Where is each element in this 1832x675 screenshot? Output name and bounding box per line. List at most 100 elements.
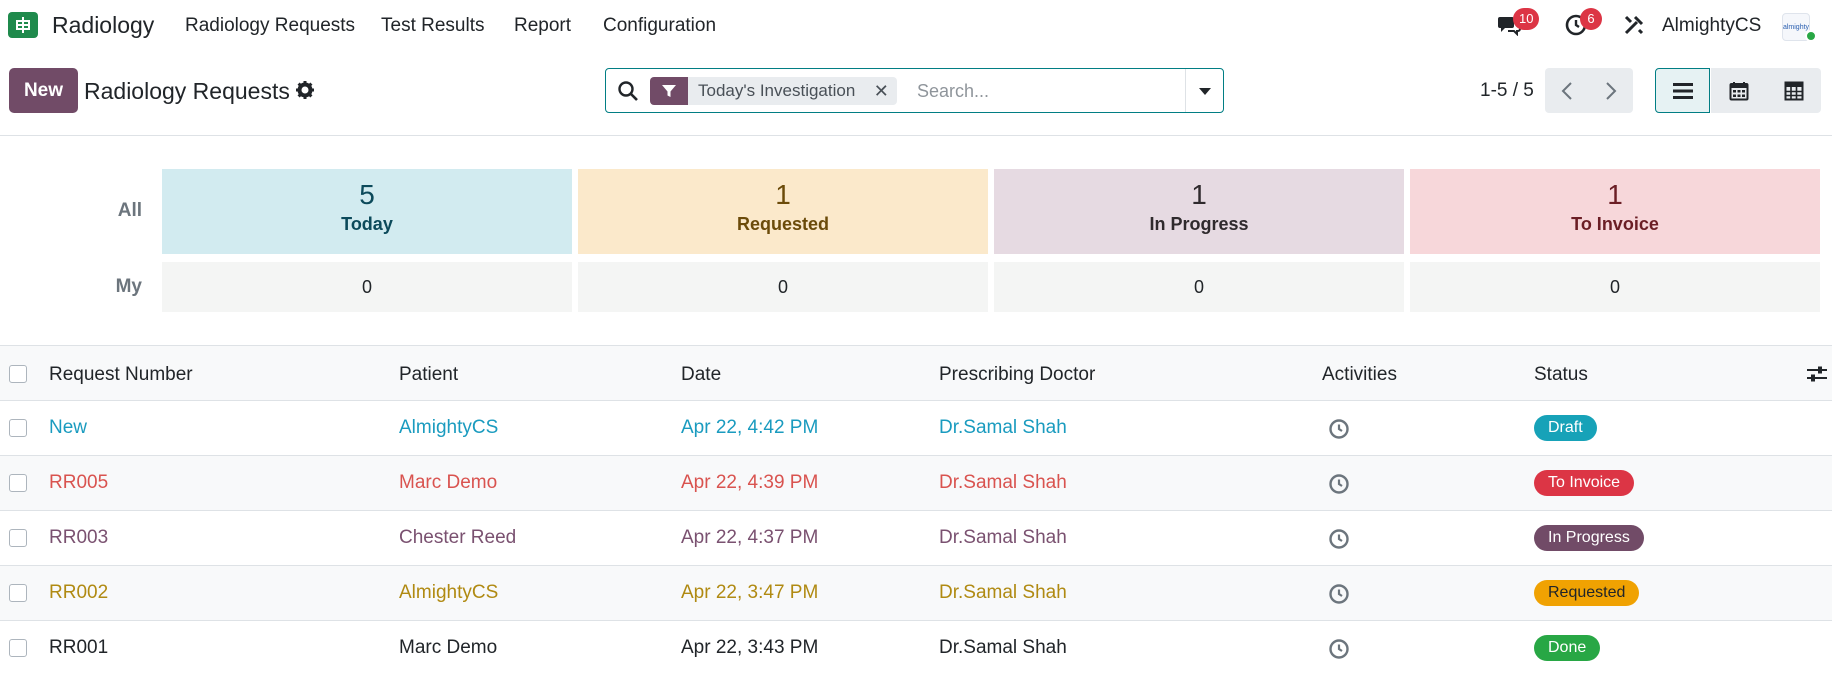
cell-date[interactable]: Apr 22, 4:39 PM — [681, 472, 818, 494]
table-icon — [1784, 81, 1803, 100]
gear-icon[interactable] — [295, 80, 315, 100]
cell-prescribing-doctor[interactable]: Dr.Samal Shah — [939, 582, 1067, 604]
tile-requested[interactable]: 1 Requested — [578, 169, 988, 254]
calendar-icon — [1729, 81, 1748, 100]
tile-to-invoice[interactable]: 1 To Invoice — [1410, 169, 1820, 254]
column-header-status[interactable]: Status — [1534, 364, 1588, 386]
tile-in-progress-label: In Progress — [1149, 214, 1249, 234]
search-input[interactable] — [917, 77, 1187, 105]
activity-clock-icon[interactable] — [1328, 638, 1350, 660]
app-name[interactable]: Radiology — [52, 12, 154, 39]
tile-my-in-progress[interactable]: 0 — [994, 262, 1404, 312]
cell-request-number[interactable]: RR002 — [49, 582, 108, 604]
filter-icon — [650, 77, 688, 105]
row-checkbox[interactable] — [9, 639, 27, 657]
chevron-down-icon[interactable] — [1185, 69, 1223, 112]
messages-count-badge: 10 — [1513, 8, 1540, 30]
chevron-left-icon — [1561, 81, 1572, 100]
row-checkbox[interactable] — [9, 474, 27, 492]
cell-request-number[interactable]: RR001 — [49, 637, 108, 659]
column-header-patient[interactable]: Patient — [399, 364, 458, 386]
cell-date[interactable]: Apr 22, 4:42 PM — [681, 417, 818, 439]
tile-requested-label: Requested — [736, 214, 830, 234]
dashboard-row-all-label: All — [117, 200, 142, 221]
pager-previous-button[interactable] — [1545, 68, 1589, 113]
select-all-checkbox[interactable] — [9, 365, 27, 383]
cell-request-number[interactable]: RR005 — [49, 472, 108, 494]
activities-count-badge: 6 — [1580, 8, 1602, 30]
status-badge: In Progress — [1534, 525, 1644, 551]
search-bar: Today's Investigation ✕ — [605, 68, 1224, 113]
row-checkbox[interactable] — [9, 419, 27, 437]
status-badge: Done — [1534, 635, 1601, 661]
debug-tools-icon[interactable] — [1621, 12, 1647, 38]
table-row[interactable]: RR002 AlmightyCS Apr 22, 3:47 PM Dr.Samal S… — [0, 566, 1832, 621]
cell-request-number[interactable]: New — [49, 417, 87, 439]
top-navbar: Radiology Radiology Requests Test Result… — [0, 0, 1832, 51]
cell-patient[interactable]: Marc Demo — [399, 637, 497, 659]
optional-columns-icon[interactable] — [1806, 363, 1828, 385]
new-button[interactable]: New — [9, 68, 78, 113]
table-row[interactable]: RR005 Marc Demo Apr 22, 4:39 PM Dr.Samal Sh… — [0, 456, 1832, 511]
avatar-logo-text: almighty — [1782, 23, 1810, 31]
page-title: Radiology Requests — [84, 78, 290, 104]
menu-test-results[interactable]: Test Results — [381, 15, 484, 37]
cell-patient[interactable]: Chester Reed — [399, 527, 516, 549]
list-icon — [1672, 82, 1693, 99]
tile-my-to-invoice[interactable]: 0 — [1410, 262, 1820, 312]
hospital-app-icon[interactable] — [8, 12, 38, 38]
pager-value[interactable]: 1-5 / 5 — [1480, 80, 1534, 102]
user-menu[interactable]: AlmightyCS — [1662, 15, 1761, 37]
filter-facet-label: Today's Investigation — [688, 77, 866, 105]
column-header-date[interactable]: Date — [681, 364, 721, 386]
table-row[interactable]: RR001 Marc Demo Apr 22, 3:43 PM Dr.Samal Sh… — [0, 621, 1832, 675]
tile-to-invoice-label: To Invoice — [1571, 214, 1659, 234]
tile-to-invoice-count: 1 — [1607, 179, 1623, 210]
cell-date[interactable]: Apr 22, 3:43 PM — [681, 637, 818, 659]
menu-radiology-requests[interactable]: Radiology Requests — [185, 15, 355, 37]
menu-configuration[interactable]: Configuration — [603, 15, 716, 37]
menu-report[interactable]: Report — [514, 15, 571, 37]
pivot-view-button[interactable] — [1766, 68, 1821, 113]
tile-in-progress[interactable]: 1 In Progress — [994, 169, 1404, 254]
tile-my-today[interactable]: 0 — [162, 262, 572, 312]
activity-clock-icon[interactable] — [1328, 418, 1350, 440]
cell-patient[interactable]: Marc Demo — [399, 472, 497, 494]
tile-in-progress-count: 1 — [1191, 179, 1207, 210]
online-status-dot — [1805, 30, 1817, 42]
cell-date[interactable]: Apr 22, 3:47 PM — [681, 582, 818, 604]
status-badge: Requested — [1534, 580, 1640, 606]
control-panel-divider — [0, 135, 1832, 136]
tile-requested-count: 1 — [775, 179, 791, 210]
calendar-view-button[interactable] — [1711, 68, 1766, 113]
search-icon[interactable] — [616, 79, 640, 103]
column-header-request-number[interactable]: Request Number — [49, 364, 193, 386]
cell-prescribing-doctor[interactable]: Dr.Samal Shah — [939, 417, 1067, 439]
cell-date[interactable]: Apr 22, 4:37 PM — [681, 527, 818, 549]
activity-clock-icon[interactable] — [1328, 473, 1350, 495]
row-checkbox[interactable] — [9, 529, 27, 547]
status-badge: To Invoice — [1534, 470, 1635, 496]
cell-patient[interactable]: AlmightyCS — [399, 582, 498, 604]
activity-clock-icon[interactable] — [1328, 583, 1350, 605]
row-checkbox[interactable] — [9, 584, 27, 602]
list-view-button[interactable] — [1655, 68, 1710, 113]
column-header-prescribing-doctor[interactable]: Prescribing Doctor — [939, 364, 1095, 386]
activity-clock-icon[interactable] — [1328, 528, 1350, 550]
filter-facet[interactable]: Today's Investigation ✕ — [650, 77, 898, 105]
table-row[interactable]: RR003 Chester Reed Apr 22, 4:37 PM Dr.Samal… — [0, 511, 1832, 566]
cell-prescribing-doctor[interactable]: Dr.Samal Shah — [939, 527, 1067, 549]
table-header: Request Number Patient Date Prescribing … — [0, 345, 1832, 401]
close-icon[interactable]: ✕ — [865, 77, 898, 105]
cell-prescribing-doctor[interactable]: Dr.Samal Shah — [939, 637, 1067, 659]
status-badge: Draft — [1534, 415, 1597, 441]
tile-today[interactable]: 5 Today — [162, 169, 572, 254]
tile-my-requested[interactable]: 0 — [578, 262, 988, 312]
cell-request-number[interactable]: RR003 — [49, 527, 108, 549]
table-row[interactable]: New AlmightyCS Apr 22, 4:42 PM Dr.Samal Sha… — [0, 401, 1832, 456]
pager-next-button[interactable] — [1589, 68, 1633, 113]
chevron-right-icon — [1606, 81, 1617, 100]
column-header-activities[interactable]: Activities — [1322, 364, 1397, 386]
cell-prescribing-doctor[interactable]: Dr.Samal Shah — [939, 472, 1067, 494]
cell-patient[interactable]: AlmightyCS — [399, 417, 498, 439]
